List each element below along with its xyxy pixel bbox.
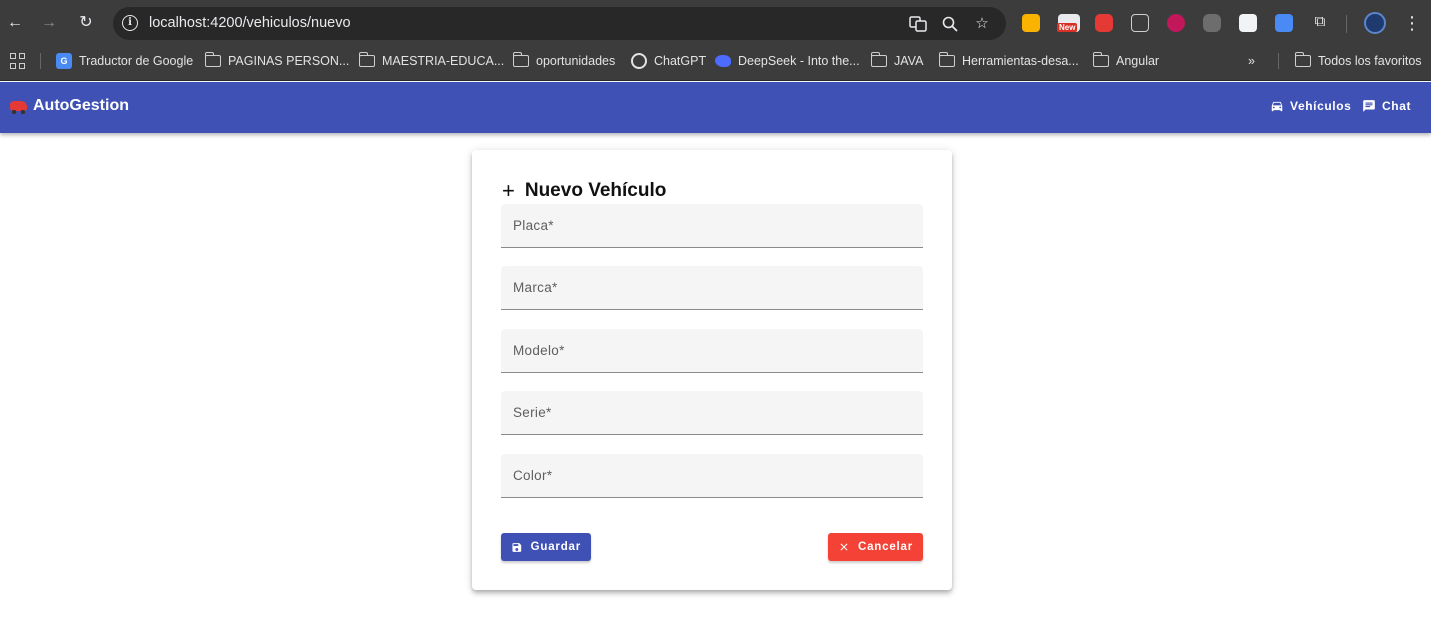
bookmarks-divider (40, 53, 41, 69)
marca-field[interactable] (501, 266, 923, 310)
folder-icon (1092, 52, 1109, 67)
modelo-field[interactable] (501, 329, 923, 373)
extension-dark-icon[interactable] (1239, 14, 1257, 32)
extension-new-icon[interactable]: New (1057, 14, 1080, 32)
cancel-button-label: Cancelar (858, 541, 913, 553)
apps-grid-icon[interactable] (10, 53, 26, 69)
youtube-extension-icon[interactable] (1095, 14, 1113, 32)
bookmark-all-favorites[interactable]: Todos los favoritos (1294, 50, 1422, 72)
nav-chat-link[interactable]: Chat (1362, 99, 1411, 113)
reload-icon[interactable]: ↻ (75, 12, 97, 34)
chat-icon (1363, 100, 1375, 112)
nav-chat-label: Chat (1382, 99, 1412, 113)
car-icon (10, 101, 27, 114)
bookmark-label: oportunidades (536, 54, 616, 68)
deepseek-icon (715, 55, 731, 67)
color-field[interactable] (501, 454, 923, 498)
angular-devtools-icon[interactable] (1167, 14, 1185, 32)
add-icon: + (502, 178, 515, 203)
address-bar-url[interactable]: localhost:4200/vehiculos/nuevo (149, 15, 351, 31)
close-icon (840, 543, 848, 551)
placa-field[interactable] (501, 204, 923, 248)
browser-menu-icon[interactable]: ⋮ (1403, 12, 1421, 34)
save-icon (512, 542, 522, 552)
bookmark-star-icon[interactable]: ☆ (973, 15, 991, 33)
car-icon (1271, 101, 1283, 112)
bookmark-label: PAGINAS PERSON... (228, 54, 350, 68)
bookmarks-divider (1278, 53, 1279, 69)
zoom-icon[interactable] (941, 15, 959, 33)
bookmark-label: ChatGPT (654, 54, 707, 68)
bookmark-chatgpt[interactable]: ChatGPT (631, 50, 706, 72)
toolbar-divider (1346, 15, 1347, 33)
bookmark-paginas[interactable]: PAGINAS PERSON... (204, 50, 350, 72)
bookmark-label: MAESTRIA-EDUCA... (382, 54, 505, 68)
extensions-puzzle-icon[interactable]: ⧉ (1311, 13, 1329, 31)
google-translate-icon: G (56, 53, 72, 69)
form-title-text: Nuevo Vehículo (524, 180, 667, 201)
marca-input[interactable] (501, 266, 923, 309)
picture-in-picture-icon[interactable] (1131, 14, 1149, 32)
robot-extension-icon[interactable] (1203, 14, 1221, 32)
bookmark-herramientas[interactable]: Herramientas-desa... (938, 50, 1079, 72)
bookmark-label: Traductor de Google (79, 54, 194, 68)
bookmark-java[interactable]: JAVA (870, 50, 924, 72)
folder-icon (1294, 52, 1311, 67)
app-toolbar: AutoGestion Vehículos Chat (0, 82, 1431, 133)
new-badge: New (1057, 23, 1078, 32)
bookmark-angular[interactable]: Angular (1092, 50, 1160, 72)
bookmark-maestria[interactable]: MAESTRIA-EDUCA... (358, 50, 505, 72)
bookmark-deepseek[interactable]: DeepSeek - Into the... (715, 50, 860, 72)
save-button-label: Guardar (530, 541, 581, 553)
translate-page-icon[interactable] (909, 15, 927, 33)
address-bar[interactable]: i localhost:4200/vehiculos/nuevo ☆ (113, 7, 1006, 40)
bookmarks-overflow-chevron-icon[interactable]: » (1248, 50, 1255, 72)
folder-icon (358, 52, 375, 67)
nav-vehiculos-link[interactable]: Vehículos (1270, 99, 1351, 113)
browser-toolbar: ← → ↻ i localhost:4200/vehiculos/nuevo ☆… (0, 0, 1431, 47)
nav-vehiculos-label: Vehículos (1290, 99, 1352, 113)
app-brand-label: AutoGestion (33, 97, 129, 114)
folder-icon (938, 52, 955, 67)
bookmark-label: DeepSeek - Into the... (738, 54, 860, 68)
color-input[interactable] (501, 454, 923, 497)
bookmark-traductor[interactable]: G Traductor de Google (56, 50, 193, 72)
profile-avatar[interactable] (1364, 12, 1386, 34)
bookmark-label: Angular (1116, 54, 1160, 68)
chatgpt-icon (631, 53, 647, 69)
serie-field[interactable] (501, 391, 923, 435)
vehicle-form-card: + Nuevo Vehículo Guardar Cancelar (472, 150, 952, 590)
forward-arrow-icon[interactable]: → (38, 12, 60, 34)
back-arrow-icon[interactable]: ← (4, 12, 26, 34)
bookmark-oportunidades[interactable]: oportunidades (512, 50, 616, 72)
folder-icon (512, 52, 529, 67)
extension-yellow-icon[interactable] (1022, 14, 1040, 32)
bookmark-label: JAVA (894, 54, 924, 68)
site-info-icon[interactable]: i (122, 15, 138, 31)
bookmark-label: Todos los favoritos (1318, 54, 1422, 68)
cancel-button[interactable]: Cancelar (828, 533, 923, 561)
modelo-input[interactable] (501, 329, 923, 372)
bookmark-label: Herramientas-desa... (962, 54, 1079, 68)
app-brand[interactable]: AutoGestion (10, 97, 129, 115)
form-title: + Nuevo Vehículo (502, 180, 666, 202)
folder-icon (870, 52, 887, 67)
serie-input[interactable] (501, 391, 923, 434)
save-button[interactable]: Guardar (501, 533, 591, 561)
folder-icon (204, 52, 221, 67)
placa-input[interactable] (501, 204, 923, 247)
google-translate-extension-icon[interactable] (1275, 14, 1293, 32)
